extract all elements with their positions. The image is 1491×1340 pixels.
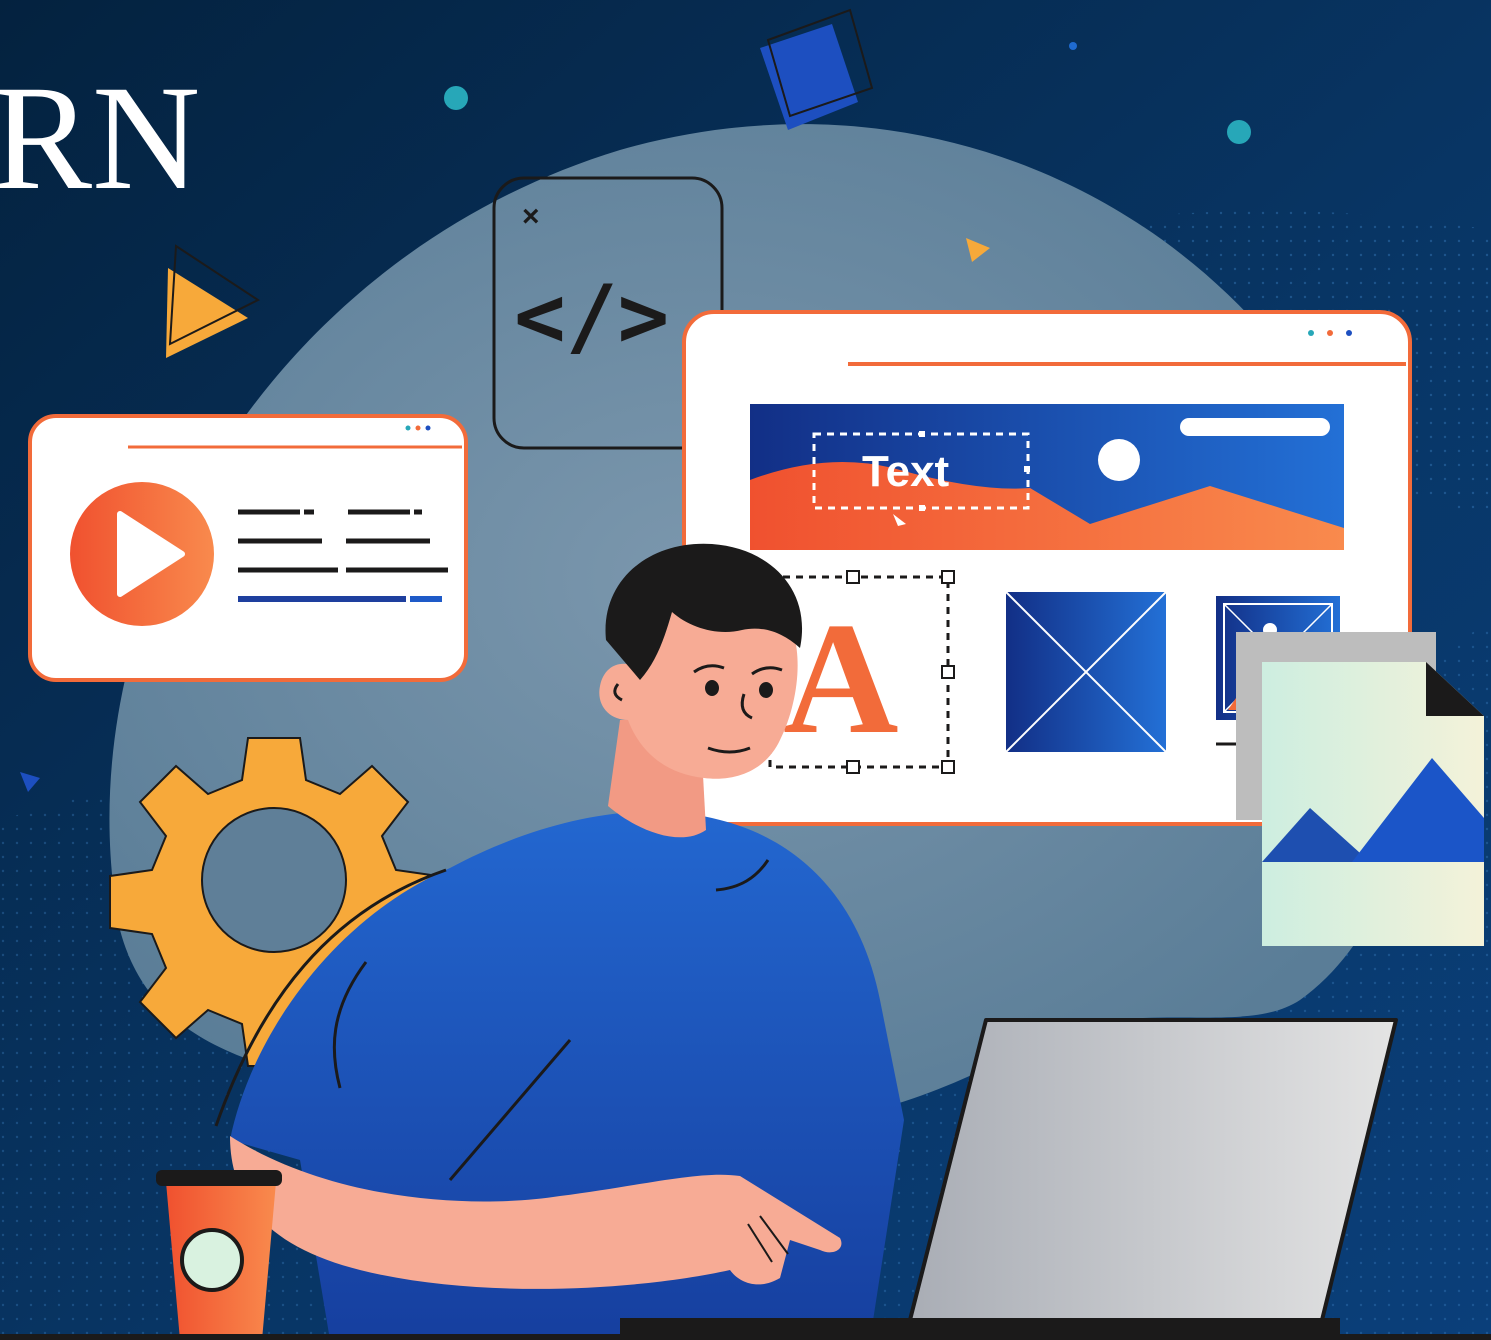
code-icon: </> (514, 267, 669, 367)
illustration-svg: RN × </> Text A (0, 0, 1491, 1340)
image-placeholder-icon (1005, 591, 1167, 753)
video-window (28, 414, 468, 682)
page-title: RN (0, 55, 200, 221)
search-bar (1180, 418, 1330, 436)
illustration-canvas: RN × </> Text A (0, 0, 1491, 1340)
blue-dot (1069, 42, 1077, 50)
teal-dot (1227, 120, 1251, 144)
hero-banner: Text (750, 404, 1344, 550)
close-icon: × (522, 200, 540, 233)
play-icon (70, 482, 214, 626)
teal-dot (444, 86, 468, 110)
text-block-label: Text (862, 447, 950, 496)
